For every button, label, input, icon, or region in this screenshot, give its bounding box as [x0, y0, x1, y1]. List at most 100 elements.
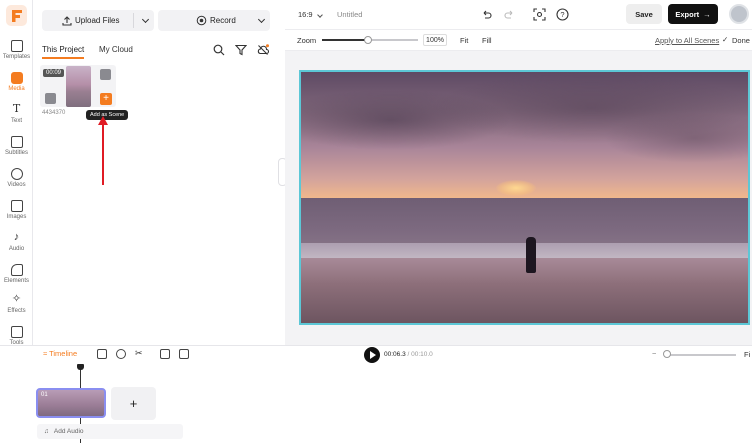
effects-icon: ✧ — [11, 293, 22, 305]
sidebar-item-elements[interactable]: Elements — [0, 264, 33, 284]
divider — [133, 13, 134, 28]
sidebar-item-subtitles[interactable]: Subtitles — [0, 136, 33, 156]
video-beach — [301, 257, 748, 323]
annotation-arrow-line — [102, 122, 104, 185]
avatar[interactable] — [729, 4, 749, 24]
logo-icon — [11, 9, 22, 22]
split-icon[interactable] — [116, 349, 126, 359]
upload-icon — [62, 15, 72, 26]
sidebar-item-label: Videos — [7, 182, 26, 188]
playback-time: 00:06.3 / 00:10.0 — [384, 351, 433, 358]
upload-files-button[interactable]: Upload Files — [42, 10, 154, 31]
sidebar-item-label: Elements — [3, 278, 29, 284]
music-note-icon: ♫ — [44, 428, 49, 435]
sidebar-item-media[interactable]: Media — [0, 72, 33, 92]
total-time: / 00:10.0 — [407, 351, 433, 358]
trash-icon[interactable] — [100, 69, 111, 80]
search-icon[interactable] — [213, 44, 225, 56]
templates-icon — [10, 40, 23, 52]
images-icon — [10, 200, 23, 212]
sidebar-item-images[interactable]: Images — [0, 200, 33, 220]
media-thumbnail[interactable] — [66, 66, 91, 107]
upload-files-label: Upload Files — [75, 16, 120, 25]
screen-capture-icon[interactable] — [533, 8, 546, 21]
zoom-out-icon[interactable]: − — [652, 349, 656, 358]
filter-icon[interactable] — [235, 44, 247, 56]
zoom-percent-field[interactable]: 100% — [423, 34, 447, 46]
timeline-zoom-track[interactable] — [664, 354, 736, 356]
subtitles-icon — [10, 136, 23, 148]
app-logo[interactable] — [6, 5, 27, 26]
scene-number: 01 — [41, 392, 48, 398]
tab-this-project[interactable]: This Project — [42, 45, 85, 59]
help-icon[interactable]: ? — [556, 8, 569, 21]
text-icon: T — [12, 102, 21, 115]
tools-icon — [10, 326, 23, 338]
scene-clip[interactable]: 01 — [36, 388, 106, 418]
timeline-label-text: Timeline — [49, 349, 78, 358]
sidebar-item-label: Subtitles — [4, 150, 28, 156]
sidebar-item-templates[interactable]: Templates — [0, 40, 33, 60]
record-icon — [196, 15, 207, 26]
media-icon — [10, 72, 23, 84]
playhead-handle[interactable] — [77, 364, 84, 370]
duration-badge: 00:09 — [43, 69, 65, 77]
timeline-fit-button[interactable]: Fi — [744, 350, 750, 359]
undo-icon[interactable] — [481, 9, 492, 20]
apply-to-all-scenes-link[interactable]: Apply to All Scenes — [655, 36, 719, 45]
media-file-id: 4434370 — [42, 110, 66, 116]
video-clouds — [301, 72, 748, 193]
sidebar-item-label: Audio — [8, 246, 25, 252]
sidebar-item-label: Effects — [7, 308, 26, 314]
add-scene-icon[interactable] — [97, 349, 107, 359]
trash-icon[interactable] — [179, 349, 189, 359]
sidebar-item-label: Templates — [2, 54, 31, 60]
add-audio-label: Add Audio — [53, 428, 84, 435]
done-button[interactable]: Done — [732, 36, 750, 45]
sidebar-item-label: Images — [6, 214, 27, 220]
sidebar-item-tools[interactable]: Tools — [0, 326, 33, 346]
sidebar-item-effects[interactable]: ✧ Effects — [0, 293, 33, 315]
video-preview[interactable] — [299, 70, 750, 325]
elements-icon — [10, 264, 23, 276]
timeline-zoom-handle[interactable] — [663, 350, 671, 358]
add-audio-button[interactable]: ♫ Add Audio — [37, 424, 183, 439]
project-title[interactable]: Untitled — [337, 10, 362, 19]
export-label: Export — [675, 9, 700, 19]
sidebar-item-audio[interactable]: ♪ Audio — [0, 231, 33, 253]
sidebar-item-label: Media — [8, 86, 25, 92]
check-icon: ✓ — [722, 35, 729, 44]
save-button[interactable]: Save — [626, 4, 662, 24]
audio-icon: ♪ — [13, 231, 20, 243]
record-label: Record — [210, 16, 236, 25]
zoom-slider-fill — [322, 39, 368, 41]
replace-icon[interactable] — [45, 93, 56, 104]
svg-text:?: ? — [560, 10, 564, 19]
sidebar-item-label: Text — [10, 118, 22, 124]
add-as-scene-button[interactable]: + — [100, 93, 112, 105]
timeline-label[interactable]: ≈ Timeline — [43, 349, 77, 358]
add-scene-button[interactable]: + — [111, 387, 156, 420]
zoom-label: Zoom — [297, 36, 317, 45]
scissors-icon[interactable]: ✂ — [135, 349, 145, 359]
cloud-off-icon[interactable] — [257, 44, 269, 56]
redo-icon[interactable] — [504, 9, 515, 20]
duplicate-icon[interactable] — [160, 349, 170, 359]
aspect-ratio-select[interactable]: 16:9 — [298, 10, 313, 19]
sidebar-item-text[interactable]: T Text — [0, 102, 33, 124]
record-button[interactable]: Record — [158, 10, 270, 31]
video-sunset-glow — [496, 180, 536, 196]
zoom-slider-handle[interactable] — [364, 36, 372, 44]
play-button[interactable] — [364, 347, 380, 363]
current-time: 00:06.3 — [384, 351, 406, 358]
export-button[interactable]: Export → — [668, 4, 718, 24]
fit-button[interactable]: Fit — [460, 36, 468, 45]
videos-icon — [10, 168, 23, 180]
arrow-right-icon: → — [703, 9, 711, 19]
chevron-down-icon[interactable] — [141, 15, 150, 24]
chevron-down-icon[interactable] — [257, 15, 266, 24]
sidebar-item-videos[interactable]: Videos — [0, 168, 33, 188]
tab-my-cloud[interactable]: My Cloud — [99, 45, 133, 54]
video-person-silhouette — [526, 237, 536, 273]
fill-button[interactable]: Fill — [482, 36, 492, 45]
